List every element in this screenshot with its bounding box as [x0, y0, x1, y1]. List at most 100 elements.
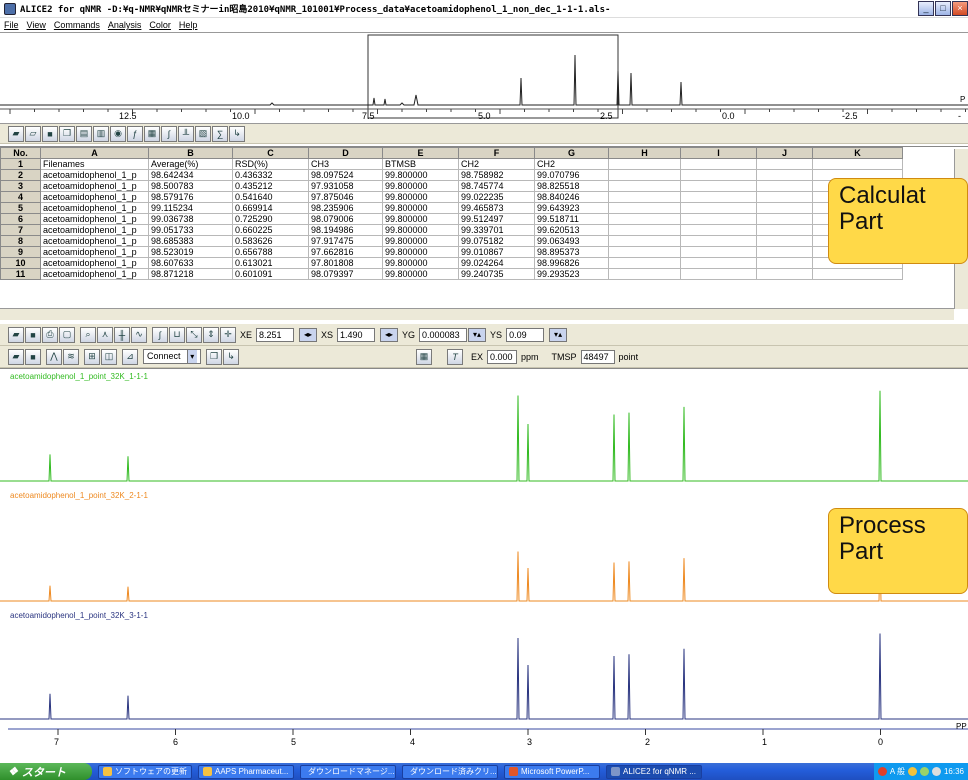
table-cell[interactable]: 99.010867 [458, 246, 535, 258]
table-cell[interactable]: 99.800000 [382, 180, 459, 192]
xe-field[interactable]: 8.251 [256, 327, 295, 342]
table-row[interactable]: 9 acetoamidophenol_1_p 98.523019 0.656788 97… [0, 246, 903, 258]
table-cell[interactable]: acetoamidophenol_1_p [40, 246, 149, 258]
close-button[interactable]: × [952, 1, 968, 16]
table-cell[interactable]: 99.800000 [382, 213, 459, 225]
zoom-icon[interactable]: ⌕ [80, 326, 96, 343]
menu-help[interactable]: Help [179, 20, 198, 30]
save-icon[interactable]: ■ [25, 348, 41, 365]
task-button[interactable]: ALICE2 for qNMR ... [606, 764, 702, 779]
table-row[interactable]: 2 acetoamidophenol_1_p 98.642434 0.436332 98… [0, 169, 903, 181]
open-folder-icon[interactable]: ▰ [8, 125, 24, 142]
chevron-down-icon[interactable]: ▾ [186, 350, 197, 363]
table-cell[interactable] [608, 257, 681, 269]
task-button[interactable]: ダウンロードマネージ... [300, 764, 396, 779]
connect-select[interactable]: Connect ▾ [143, 349, 201, 364]
table-cell[interactable] [680, 202, 757, 214]
table-cell[interactable] [756, 169, 813, 181]
table-cell[interactable]: 98.194986 [308, 224, 383, 236]
table-cell[interactable]: acetoamidophenol_1_p [40, 213, 149, 225]
table-cell[interactable]: 99.800000 [382, 268, 459, 280]
column-header[interactable]: C [232, 147, 309, 159]
table-cell[interactable] [756, 246, 813, 258]
table-cell[interactable]: Average(%) [148, 158, 233, 170]
overlay-icon[interactable]: ⋀ [46, 348, 62, 365]
task-button[interactable]: ソフトウェアの更新 [98, 764, 192, 779]
table-cell[interactable]: 0.656788 [232, 246, 309, 258]
bulb-icon[interactable]: ◉ [110, 125, 126, 142]
column-header[interactable]: I [680, 147, 757, 159]
table-cell[interactable]: CH2 [458, 158, 535, 170]
spectra-panel[interactable]: acetoamidophenol_1_point_32K_1-1-1 aceto… [0, 368, 968, 763]
table-cell[interactable]: 99.024264 [458, 257, 535, 269]
table-cell[interactable]: 99.063493 [534, 235, 609, 247]
table-cell[interactable] [608, 169, 681, 181]
table-cell[interactable]: 0.541640 [232, 191, 309, 203]
task-button[interactable]: ダウンロード済みクリ... [402, 764, 498, 779]
table-icon[interactable]: ▧ [195, 125, 211, 142]
table-cell[interactable] [756, 180, 813, 192]
row-number[interactable]: 5 [0, 202, 41, 214]
tray-icon[interactable] [907, 767, 917, 776]
table-cell[interactable] [756, 257, 813, 269]
table-cell[interactable] [680, 246, 757, 258]
table-cell[interactable]: acetoamidophenol_1_p [40, 180, 149, 192]
integral-icon[interactable]: ∫ [161, 125, 177, 142]
column-header[interactable]: E [382, 147, 459, 159]
table-cell[interactable]: 99.643923 [534, 202, 609, 214]
row-number[interactable]: 9 [0, 246, 41, 258]
stack-icon[interactable]: ≋ [63, 348, 79, 365]
table-cell[interactable]: 98.825518 [534, 180, 609, 192]
peak-pick-icon[interactable]: ⋏ [97, 326, 113, 343]
column-header[interactable]: D [308, 147, 383, 159]
table-cell[interactable] [608, 180, 681, 192]
tms-icon[interactable]: T [447, 348, 463, 365]
table-cell[interactable]: 98.579176 [148, 191, 233, 203]
table-cell[interactable] [680, 235, 757, 247]
table-cell[interactable]: 98.523019 [148, 246, 233, 258]
yg-spin-icon[interactable]: ▾▴ [468, 327, 487, 342]
save-icon[interactable]: ■ [25, 326, 41, 343]
table-cell[interactable]: 98.500783 [148, 180, 233, 192]
table-cell[interactable]: 98.079397 [308, 268, 383, 280]
table-row[interactable]: 1 Filenames Average(%) RSD(%) CH3 BTMSB CH2 CH2 [0, 158, 903, 170]
preview-icon[interactable]: ▢ [59, 326, 75, 343]
tmsp-field[interactable]: 48497 [580, 349, 615, 364]
overview-spectrum[interactable]: 12.5 10.0 7.5 5.0 2.5 0.0 -2.5 - P [0, 32, 968, 124]
row-number[interactable]: 10 [0, 257, 41, 269]
copy-icon[interactable]: ❐ [206, 348, 222, 365]
table-cell[interactable] [608, 224, 681, 236]
table-cell[interactable]: 99.465873 [458, 202, 535, 214]
row-number[interactable]: 2 [0, 169, 41, 181]
table-cell[interactable]: 99.512497 [458, 213, 535, 225]
ime-indicator[interactable]: A 般 [890, 766, 905, 777]
scale-icon[interactable]: ⇕ [203, 326, 219, 343]
table-cell[interactable]: 98.642434 [148, 169, 233, 181]
table-cell[interactable]: 99.800000 [382, 257, 459, 269]
row-number[interactable]: 6 [0, 213, 41, 225]
table-cell[interactable]: acetoamidophenol_1_p [40, 235, 149, 247]
table-cell[interactable]: 99.293523 [534, 268, 609, 280]
table-cell[interactable]: 97.931058 [308, 180, 383, 192]
table-cell[interactable]: 99.620513 [534, 224, 609, 236]
table-cell[interactable]: 0.660225 [232, 224, 309, 236]
table-cell[interactable] [608, 213, 681, 225]
menu-view[interactable]: View [27, 20, 46, 30]
paste-icon[interactable]: ▤ [76, 125, 92, 142]
table-cell[interactable]: CH3 [308, 158, 383, 170]
table-cell[interactable]: 0.435212 [232, 180, 309, 192]
table-cell[interactable] [680, 169, 757, 181]
tray-icon[interactable] [931, 767, 941, 776]
peak-icon[interactable]: ╨ [178, 125, 194, 142]
column-header[interactable]: B [148, 147, 233, 159]
table-cell[interactable] [756, 202, 813, 214]
calibrate-icon[interactable]: ▦ [416, 348, 432, 365]
open-file-icon[interactable]: ▱ [25, 125, 41, 142]
table-cell[interactable] [680, 224, 757, 236]
menu-commands[interactable]: Commands [54, 20, 100, 30]
task-button[interactable]: Microsoft PowerP... [504, 764, 600, 779]
table-cell[interactable]: BTMSB [382, 158, 459, 170]
table-cell[interactable]: 97.917475 [308, 235, 383, 247]
zoom-window[interactable] [367, 34, 619, 119]
table-cell[interactable]: 98.840246 [534, 191, 609, 203]
